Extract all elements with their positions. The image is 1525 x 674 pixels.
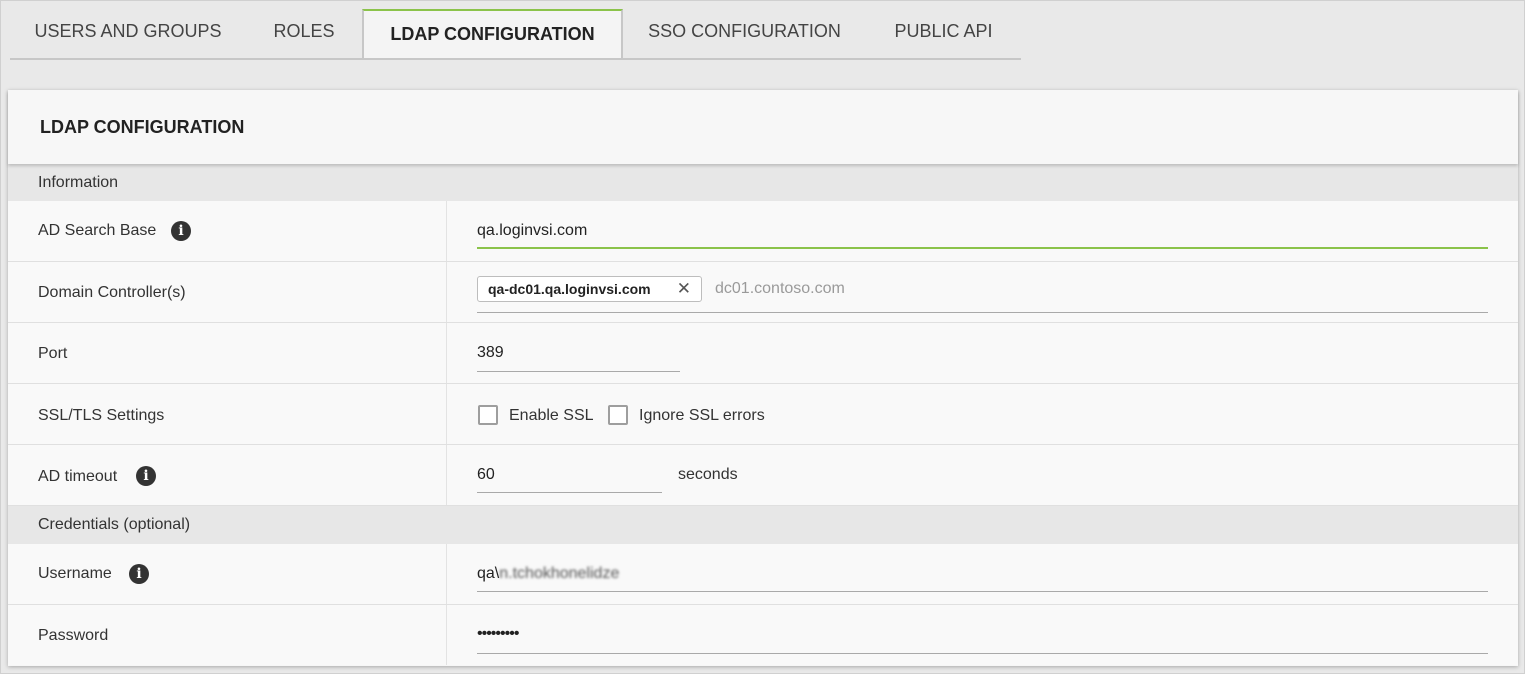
card-header: LDAP CONFIGURATION: [8, 90, 1518, 164]
ssl-tls-label: SSL/TLS Settings: [38, 407, 165, 424]
row-password: Password •••••••••: [8, 605, 1518, 665]
domain-controllers-underline: [477, 312, 1488, 313]
row-ad-search-base: AD Search Base i qa.loginvsi.com: [8, 201, 1518, 262]
enable-ssl-checkbox[interactable]: [478, 405, 498, 425]
ad-timeout-input[interactable]: 60: [477, 466, 495, 484]
username-underline: [477, 591, 1488, 592]
enable-ssl-label[interactable]: Enable SSL: [509, 407, 594, 425]
row-divider: [446, 201, 447, 261]
row-divider: [446, 262, 447, 322]
section-credentials: Credentials (optional): [8, 506, 1518, 544]
row-ad-timeout: AD timeout i 60 seconds: [8, 445, 1518, 506]
ad-timeout-unit: seconds: [678, 466, 738, 483]
close-icon[interactable]: ✕: [677, 279, 691, 299]
info-icon[interactable]: i: [136, 466, 156, 486]
ignore-ssl-errors-label[interactable]: Ignore SSL errors: [639, 407, 765, 425]
section-information-label: Information: [38, 174, 119, 191]
ad-search-base-underline: [477, 247, 1488, 249]
domain-controller-chip[interactable]: qa-dc01.qa.loginvsi.com ✕: [477, 276, 702, 302]
username-input[interactable]: qa\n.tchokhonelidze: [477, 565, 619, 583]
username-label: Username: [38, 565, 112, 582]
port-underline: [477, 371, 680, 372]
row-port: Port 389: [8, 323, 1518, 384]
ad-search-base-input[interactable]: qa.loginvsi.com: [477, 222, 587, 240]
ad-timeout-label: AD timeout: [38, 468, 118, 485]
row-domain-controllers: Domain Controller(s) qa-dc01.qa.loginvsi…: [8, 262, 1518, 323]
row-divider: [446, 605, 447, 665]
tab-users-and-groups[interactable]: USERS AND GROUPS: [10, 9, 246, 56]
tab-bar: USERS AND GROUPS ROLES LDAP CONFIGURATIO…: [10, 9, 1021, 60]
section-credentials-label: Credentials (optional): [38, 516, 191, 533]
ignore-ssl-errors-checkbox[interactable]: [608, 405, 628, 425]
username-redacted: n.tchokhonelidze: [499, 565, 620, 582]
ad-search-base-label: AD Search Base: [38, 222, 157, 239]
username-prefix: qa\: [477, 565, 500, 582]
row-divider: [446, 323, 447, 383]
password-input[interactable]: •••••••••: [477, 625, 519, 643]
tab-public-api[interactable]: PUBLIC API: [866, 9, 1021, 56]
section-information: Information: [8, 164, 1518, 201]
password-underline: [477, 653, 1488, 654]
row-username: Username i qa\n.tchokhonelidze: [8, 544, 1518, 605]
domain-controller-chip-label: qa-dc01.qa.loginvsi.com: [488, 281, 651, 297]
ldap-configuration-card: LDAP CONFIGURATION Information AD Search…: [8, 90, 1518, 666]
tab-sso-configuration[interactable]: SSO CONFIGURATION: [623, 9, 866, 56]
row-ssl-tls: SSL/TLS Settings Enable SSL Ignore SSL e…: [8, 384, 1518, 445]
row-divider: [446, 544, 447, 604]
info-icon[interactable]: i: [171, 221, 191, 241]
ad-timeout-underline: [477, 492, 662, 493]
port-input[interactable]: 389: [477, 344, 504, 362]
row-divider: [446, 384, 447, 444]
tab-ldap-configuration[interactable]: LDAP CONFIGURATION: [362, 9, 623, 58]
domain-controllers-input[interactable]: dc01.contoso.com: [715, 280, 845, 298]
tab-roles[interactable]: ROLES: [246, 9, 362, 56]
password-label: Password: [38, 627, 109, 644]
info-icon[interactable]: i: [129, 564, 149, 584]
port-label: Port: [38, 345, 68, 362]
card-title: LDAP CONFIGURATION: [40, 117, 245, 137]
row-divider: [446, 445, 447, 505]
domain-controllers-label: Domain Controller(s): [38, 284, 186, 301]
